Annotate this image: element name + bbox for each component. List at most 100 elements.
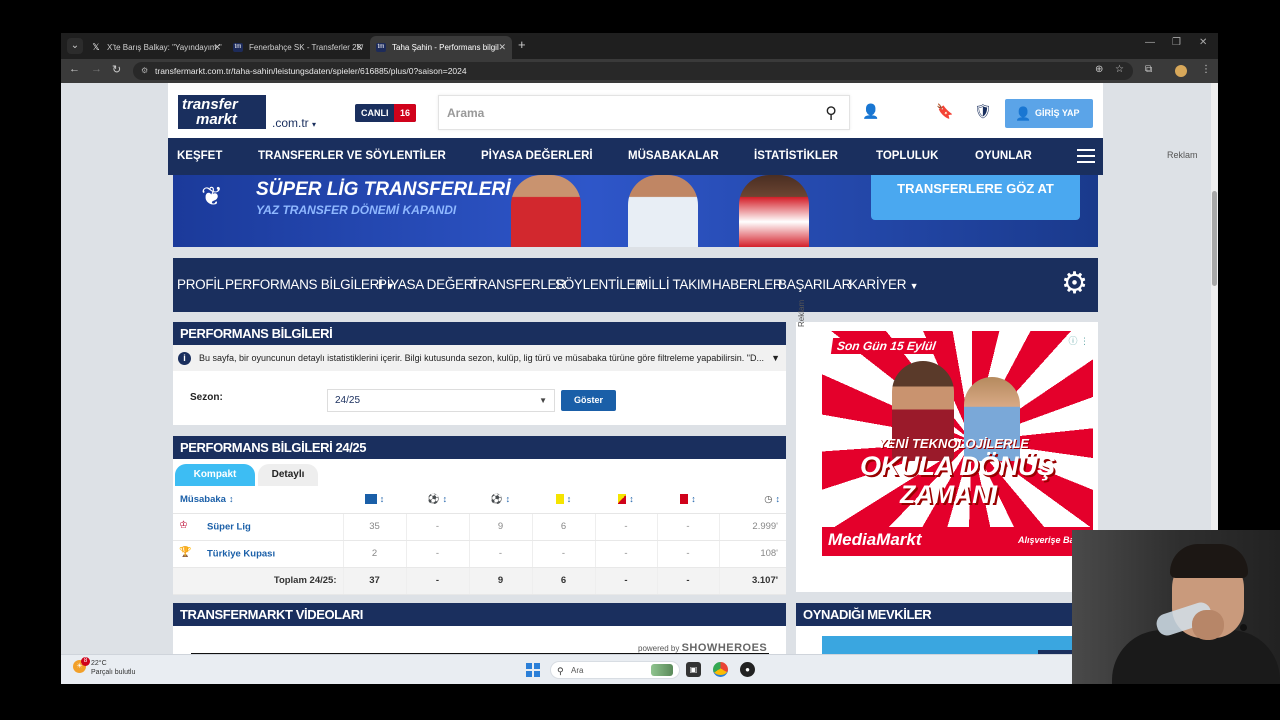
nav-oyunlar[interactable]: OYUNLAR xyxy=(975,138,1032,175)
show-button[interactable]: Göster xyxy=(561,390,616,411)
ad-label: Reklam xyxy=(797,299,806,327)
season-select[interactable]: 24/25 ▼ xyxy=(327,389,555,412)
maximize-icon[interactable]: ❐ xyxy=(1172,37,1181,48)
forward-icon[interactable]: → xyxy=(91,63,102,75)
watchlist-bookmark-icon[interactable]: 🔖 xyxy=(936,103,953,120)
subnav-performans[interactable]: PERFORMANS BİLGİLERİ ▼ xyxy=(225,258,395,312)
competition-link[interactable]: Türkiye Kupası xyxy=(207,548,275,559)
info-row[interactable]: i Bu sayfa, bir oyuncunun detaylı istati… xyxy=(173,345,786,371)
new-tab-button[interactable]: + xyxy=(518,37,526,52)
yellow-red-card-column-header[interactable]: ↕ xyxy=(595,486,657,514)
goals-column-header[interactable]: ⚽ ↕ xyxy=(406,486,469,514)
stat-cell: 9 xyxy=(468,513,532,541)
browser-tab-1[interactable]: 𝕏 X'te Barış Balkay: "Yayındayım." ✕ xyxy=(85,36,227,59)
total-cell: 6 xyxy=(531,567,595,595)
banner-player-image xyxy=(628,175,698,247)
chrome-icon[interactable] xyxy=(713,662,728,677)
subnav-soylentiler[interactable]: SÖYLENTİLER xyxy=(555,258,645,312)
extensions-icon[interactable]: ⧉ xyxy=(1145,64,1152,75)
appearances-column-header[interactable]: ↕ xyxy=(343,486,406,514)
hamburger-menu-icon[interactable] xyxy=(1077,149,1095,163)
webcam-person-body xyxy=(1112,630,1280,684)
super-lig-transfers-banner[interactable]: ❦ SÜPER LİG TRANSFERLERİ YAZ TRANSFER DÖ… xyxy=(173,175,1098,247)
logo-text-2: markt xyxy=(196,111,237,128)
shield-plus-icon[interactable]: 🛡 xyxy=(974,103,992,120)
windows-start-icon[interactable] xyxy=(526,663,540,677)
subnav-milli-takim[interactable]: MİLLİ TAKIM xyxy=(637,258,712,312)
competition-cell[interactable]: 🏆 Türkiye Kupası xyxy=(173,540,343,568)
obs-icon[interactable]: ● xyxy=(740,662,755,677)
nav-topluluk[interactable]: TOPLULUK xyxy=(876,138,938,175)
tab-strip: ⌄ 𝕏 X'te Barış Balkay: "Yayındayım." ✕ t… xyxy=(61,33,1218,59)
red-card-column-header[interactable]: ↕ xyxy=(657,486,719,514)
transfermarkt-logo[interactable]: transfer markt xyxy=(178,95,266,129)
tab-kompakt[interactable]: Kompakt xyxy=(175,464,255,486)
x-logo-icon: 𝕏 xyxy=(92,42,100,52)
subnav-haberler[interactable]: HABERLER xyxy=(712,258,783,312)
browser-tab-3[interactable]: tm Taha Şahin - Performans bilgil ✕ xyxy=(370,36,512,59)
browser-tab-title: Fenerbahçe SK - Transferler 25/ xyxy=(249,43,364,52)
nav-kesfet[interactable]: KEŞFET xyxy=(177,138,222,175)
close-tab-icon[interactable]: ✕ xyxy=(213,36,221,59)
address-bar[interactable]: ⚙ transfermarkt.com.tr/taha-sahin/leistu… xyxy=(133,62,1133,80)
search-input[interactable]: Arama ⚲ xyxy=(438,95,850,130)
subnav-label: TRANSFERLER xyxy=(470,277,566,292)
subnav-piyasa-degeri[interactable]: PİYASA DEĞERİ xyxy=(378,258,477,312)
gear-icon[interactable]: ⚙ xyxy=(1061,267,1088,301)
tab-search-button[interactable]: ⌄ xyxy=(67,38,83,54)
close-tab-icon[interactable]: ✕ xyxy=(355,36,363,59)
subnav-kariyer[interactable]: KARİYER ▼ xyxy=(849,258,919,312)
back-icon[interactable]: ← xyxy=(69,63,80,75)
reload-icon[interactable]: ↻ xyxy=(112,63,121,76)
search-icon[interactable]: ⚲ xyxy=(825,96,837,131)
competition-link[interactable]: Süper Lig xyxy=(207,521,251,532)
domain-selector[interactable]: .com.tr ▾ xyxy=(272,116,316,130)
nav-transferler[interactable]: TRANSFERLER VE SÖYLENTİLER xyxy=(258,138,446,175)
sort-icon: ↕ xyxy=(379,493,385,504)
live-button[interactable]: CANLI 16 xyxy=(355,104,416,122)
subnav-basarilar[interactable]: BAŞARILAR xyxy=(778,258,851,312)
subnav-profil[interactable]: PROFİL xyxy=(177,258,224,312)
info-icon: i xyxy=(178,352,191,365)
tab-detayli[interactable]: Detaylı xyxy=(258,464,318,486)
positions-box-title: OYNADIĞI MEVKİLER xyxy=(796,603,1098,626)
site-info-icon[interactable]: ⚙ xyxy=(141,62,148,80)
close-window-icon[interactable]: ✕ xyxy=(1199,37,1207,48)
minimize-icon[interactable]: — xyxy=(1145,37,1155,48)
nav-piyasa-degerleri[interactable]: PİYASA DEĞERLERİ xyxy=(481,138,593,175)
browser-tab-2[interactable]: tm Fenerbahçe SK - Transferler 25/ ✕ xyxy=(227,36,369,59)
minutes-column-header[interactable]: ◷ ↕ xyxy=(719,486,786,514)
login-button[interactable]: 👤 GİRİŞ YAP xyxy=(1005,99,1093,128)
yellow-card-column-header[interactable]: ↕ xyxy=(532,486,595,514)
competition-cell[interactable]: ♔ Süper Lig xyxy=(173,513,343,541)
banner-cta-button[interactable]: TRANSFERLERE GÖZ AT xyxy=(871,175,1080,220)
weather-widget[interactable]: ☀ 8 22°C Parçalı bulutlu xyxy=(73,657,135,677)
close-tab-icon[interactable]: ✕ xyxy=(498,36,506,59)
stat-cell: - xyxy=(594,540,657,568)
nav-istatistikler[interactable]: İSTATİSTİKLER xyxy=(754,138,838,175)
profile-avatar[interactable] xyxy=(1175,65,1187,77)
mediamarkt-ad[interactable]: Son Gün 15 Eylül ⓘ ⋮ YENİ TEKNOLOJİLERLE… xyxy=(822,331,1093,556)
zoom-icon[interactable]: ⊕ xyxy=(1095,64,1103,75)
expand-caret-icon[interactable]: ▼ xyxy=(771,345,780,371)
total-label: Toplam 24/25: xyxy=(173,567,343,595)
nav-musabakalar[interactable]: MÜSABAKALAR xyxy=(628,138,719,175)
powered-by-text: powered by xyxy=(638,644,680,653)
chevron-down-icon: ▾ xyxy=(312,120,317,129)
live-label: CANLI xyxy=(361,108,389,118)
subnav-label: MİLLİ TAKIM xyxy=(637,277,712,292)
subnav-label: SÖYLENTİLER xyxy=(555,277,645,292)
taskbar-search-input[interactable]: ⚲ Ara xyxy=(550,661,680,679)
subnav-transferler[interactable]: TRANSFERLER xyxy=(470,258,566,312)
scrollbar-thumb[interactable] xyxy=(1212,191,1217,286)
bookmark-star-icon[interactable]: ☆ xyxy=(1115,64,1124,75)
player-search-icon[interactable]: 👤 xyxy=(862,103,879,120)
site-header: transfer markt .com.tr ▾ CANLI 16 Arama … xyxy=(168,83,1103,138)
task-view-icon[interactable]: ▣ xyxy=(686,662,701,677)
competition-column-header[interactable]: Müsabaka ↕ xyxy=(173,486,343,514)
sort-icon: ↕ xyxy=(775,493,781,504)
assists-column-header[interactable]: ⚽ ↕ xyxy=(469,486,532,514)
menu-dots-icon[interactable]: ⋮ xyxy=(1201,64,1211,75)
ad-deadline-tag: Son Gün 15 Eylül xyxy=(830,338,942,354)
ad-choices-icon[interactable]: ⓘ ⋮ xyxy=(1068,334,1089,347)
